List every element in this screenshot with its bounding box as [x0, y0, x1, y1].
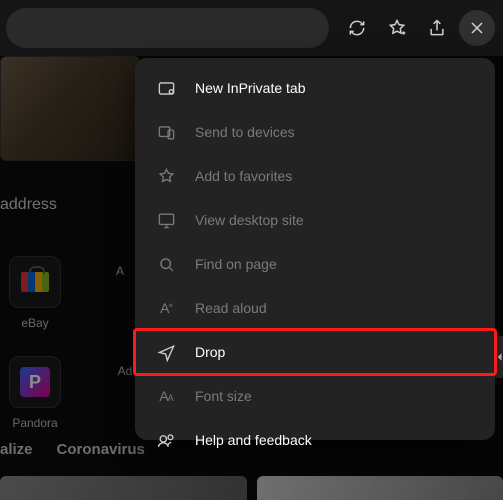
hero-image	[0, 56, 140, 161]
enter-address-label: address	[0, 196, 57, 214]
news-thumbnail[interactable]	[257, 476, 503, 500]
menu-item-label: Find on page	[195, 256, 277, 272]
menu-item-drop[interactable]: Drop	[135, 330, 495, 374]
quick-tile-pandora[interactable]: P Pandora	[0, 356, 70, 430]
star-plus-icon	[387, 18, 407, 38]
close-icon	[467, 18, 487, 38]
refresh-icon	[347, 18, 367, 38]
menu-item-label: Add to favorites	[195, 168, 292, 184]
menu-item-font-size[interactable]: AA Font size	[135, 374, 495, 418]
menu-item-label: New InPrivate tab	[195, 80, 306, 96]
menu-item-read-aloud[interactable]: A» Read aloud	[135, 286, 495, 330]
chevron-left-icon	[494, 349, 503, 365]
menu-item-label: Send to devices	[195, 124, 295, 140]
overflow-menu: New InPrivate tab Send to devices Add to…	[135, 58, 495, 440]
address-bar[interactable]	[6, 8, 329, 48]
menu-item-label: Drop	[195, 344, 225, 360]
menu-item-label: View desktop site	[195, 212, 304, 228]
devices-icon	[153, 119, 179, 145]
menu-item-help-feedback[interactable]: Help and feedback	[135, 418, 495, 462]
tile-label: Pandora	[12, 416, 57, 430]
font-size-icon: AA	[153, 383, 179, 409]
share-icon	[427, 18, 447, 38]
news-tab[interactable]: Coronavirus	[57, 441, 145, 458]
menu-item-label: Help and feedback	[195, 432, 312, 448]
menu-item-label: Read aloud	[195, 300, 267, 316]
menu-item-find-on-page[interactable]: Find on page	[135, 242, 495, 286]
news-tabs: alize Coronavirus	[0, 441, 145, 458]
favorites-button[interactable]	[379, 10, 415, 46]
send-icon	[153, 339, 179, 365]
share-button[interactable]	[419, 10, 455, 46]
star-icon	[153, 163, 179, 189]
ebay-icon	[21, 272, 49, 292]
refresh-button[interactable]	[339, 10, 375, 46]
tile-label: Ad	[118, 364, 133, 378]
menu-item-new-inprivate[interactable]: New InPrivate tab	[135, 66, 495, 110]
quick-tile[interactable]: A	[110, 256, 130, 330]
close-button[interactable]	[459, 10, 495, 46]
menu-item-label: Font size	[195, 388, 252, 404]
news-thumbnail[interactable]	[0, 476, 247, 500]
tile-label: eBay	[21, 316, 48, 330]
read-aloud-icon: A»	[153, 295, 179, 321]
inprivate-icon	[153, 75, 179, 101]
menu-item-add-favorites[interactable]: Add to favorites	[135, 154, 495, 198]
pandora-icon: P	[20, 367, 50, 397]
search-page-icon	[153, 251, 179, 277]
menu-item-view-desktop[interactable]: View desktop site	[135, 198, 495, 242]
desktop-icon	[153, 207, 179, 233]
news-tab[interactable]: alize	[0, 441, 33, 458]
help-icon	[153, 427, 179, 453]
tile-label: A	[116, 264, 124, 278]
quick-tile-ebay[interactable]: eBay	[0, 256, 70, 330]
menu-item-send-to-devices[interactable]: Send to devices	[135, 110, 495, 154]
browser-toolbar	[0, 0, 503, 56]
